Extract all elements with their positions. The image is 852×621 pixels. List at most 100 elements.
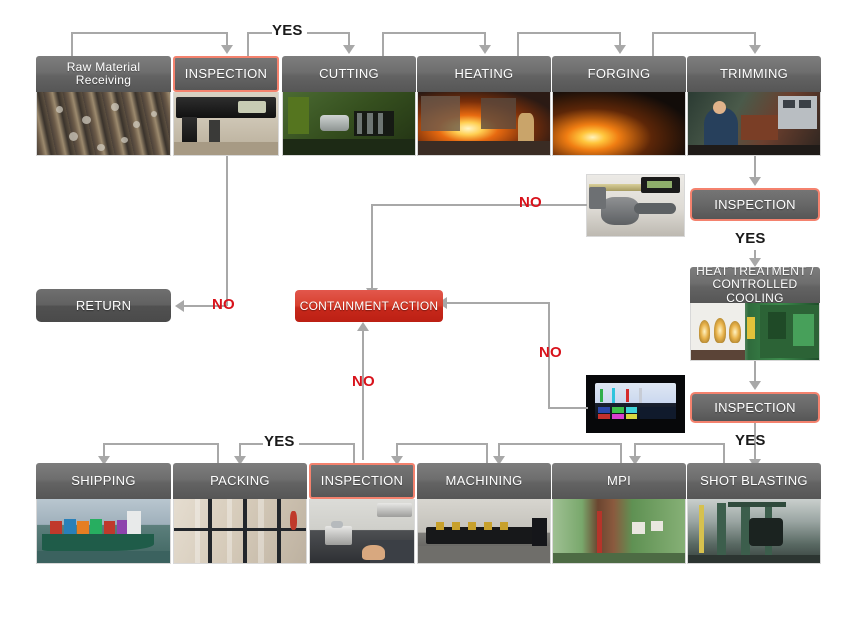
arrow-into-return [175,300,184,312]
connector-heating-to-forging-span [517,32,620,34]
node-heat-treatment[interactable]: HEAT TREATMENT / CONTROLLED COOLING [690,263,820,361]
connector-heating-to-forging-drop [619,32,621,46]
node-packing[interactable]: PACKING [173,463,307,564]
connector-blasting-to-mpi-riser [723,443,725,463]
node-containment-action[interactable]: CONTAINMENT ACTION [295,290,443,322]
node-shipping[interactable]: SHIPPING [36,463,171,564]
node-trimming-label: TRIMMING [687,56,821,92]
node-inspection-4-label: INSPECTION [309,463,415,499]
connector-inspection1-to-cutting-drop [348,32,350,46]
edge-label-yes-bottom-left: YES [264,433,295,450]
node-raw-material-receiving[interactable]: Raw Material Receiving [36,56,171,156]
arrow-inspection4-no-into-containment [357,322,369,331]
node-mpi-label: MPI [552,463,686,499]
flowchart-canvas: YES Raw Material Receiving INSPECTION CU… [0,0,852,621]
node-raw-material-receiving-label: Raw Material Receiving [36,56,171,92]
node-forging-label: FORGING [552,56,686,92]
wooden-crate-photo [173,499,307,564]
connector-inspection4-to-packing-span-b [239,443,263,445]
node-heating[interactable]: HEATING [417,56,551,156]
connector-inspection1-to-cutting-span-b [307,32,349,34]
heating-furnace-photo [417,92,551,156]
node-cutting[interactable]: CUTTING [282,56,416,156]
connector-inspection4-to-packing-span-a [299,443,354,445]
node-inspection-4[interactable]: INSPECTION [309,463,415,564]
connector-inspection1-no-riser [226,156,228,306]
connector-packing-to-shipping-riser [217,443,219,463]
connector-heat-treatment-to-inspection3 [754,361,756,383]
connector-packing-to-shipping-drop [103,443,105,457]
connector-inspection4-to-packing-drop [239,443,241,457]
digital-caliper-photo [173,92,279,156]
connector-forging-to-trimming-drop [754,32,756,46]
node-heat-treatment-label-line2: CONTROLLED COOLING [712,277,798,305]
node-inspection-3-label: INSPECTION [714,400,796,415]
node-forging[interactable]: FORGING [552,56,686,156]
edge-label-no-inspection2: NO [519,194,542,211]
trimming-operator-photo [687,92,821,156]
connector-blasting-to-mpi-drop [634,443,636,457]
arrow-into-inspection1 [221,45,233,54]
node-return[interactable]: RETURN [36,289,171,322]
test-monitor-photo [586,375,685,433]
node-shot-blasting[interactable]: SHOT BLASTING [687,463,821,564]
connector-inspection3-no-to-riser [548,407,588,409]
node-cutting-label: CUTTING [282,56,416,92]
caliper-part-photo [586,174,685,237]
node-inspection-2[interactable]: INSPECTION [690,188,820,221]
connector-mpi-to-machining-drop [498,443,500,457]
node-machining-label: MACHINING [417,463,551,499]
connector-heating-to-forging-riser [517,32,519,56]
connector-machining-to-inspection4-span [396,443,488,445]
connector-packing-to-shipping-span [103,443,219,445]
connector-inspection2-no-span [371,204,587,206]
shot-blasting-photo [687,499,821,564]
node-trimming[interactable]: TRIMMING [687,56,821,156]
node-shipping-label: SHIPPING [36,463,171,499]
node-containment-action-label: CONTAINMENT ACTION [299,299,439,313]
connector-forging-to-trimming-riser [652,32,654,56]
edge-label-no-inspection4: NO [352,373,375,390]
node-inspection-1-label: INSPECTION [173,56,279,92]
connector-inspection3-no-span [447,302,549,304]
arrow-into-trimming [749,45,761,54]
connector-blasting-to-mpi-span [634,443,725,445]
arrow-into-cutting [343,45,355,54]
connector-cutting-to-heating-riser [382,32,384,56]
connector-mpi-to-machining-span [498,443,622,445]
node-shot-blasting-label: SHOT BLASTING [687,463,821,499]
cnc-machine-photo [417,499,551,564]
container-ship-photo [36,499,171,564]
connector-inspection1-to-cutting-span-a [247,32,272,34]
connector-inspection1-to-cutting-riser [247,32,249,56]
arrow-into-forging [614,45,626,54]
measuring-bench-photo [309,499,415,564]
node-inspection-3[interactable]: INSPECTION [690,392,820,423]
node-heat-treatment-label-line1: HEAT TREATMENT / [696,263,814,278]
node-inspection-2-label: INSPECTION [714,197,796,212]
connector-inspection4-to-packing-riser [353,443,355,463]
cutting-machine-photo [282,92,416,156]
edge-label-no-inspection3: NO [539,344,562,361]
forging-press-photo [552,92,686,156]
edge-label-yes-trimming: YES [735,230,766,247]
steel-bars-photo [36,92,171,156]
node-machining[interactable]: MACHINING [417,463,551,564]
edge-label-yes-bottom-right: YES [735,432,766,449]
connector-trimming-to-inspection2 [754,156,756,178]
node-heating-label: HEATING [417,56,551,92]
connector-raw-to-inspection1-drop [226,32,228,46]
connector-raw-to-inspection1-span [71,32,227,34]
node-inspection-1[interactable]: INSPECTION [173,56,279,156]
arrow-into-inspection3 [749,381,761,390]
connector-inspection2-no-drop [371,204,373,292]
node-packing-label: PACKING [173,463,307,499]
node-heat-treatment-label: HEAT TREATMENT / CONTROLLED COOLING [690,263,820,305]
connector-cutting-to-heating-span [382,32,485,34]
arrow-into-heating [479,45,491,54]
mpi-station-photo [552,499,686,564]
connector-raw-to-inspection1-riser [71,32,73,56]
furnace-cooling-photo [690,303,820,361]
node-mpi[interactable]: MPI [552,463,686,564]
connector-inspection4-no-riser [362,330,364,460]
